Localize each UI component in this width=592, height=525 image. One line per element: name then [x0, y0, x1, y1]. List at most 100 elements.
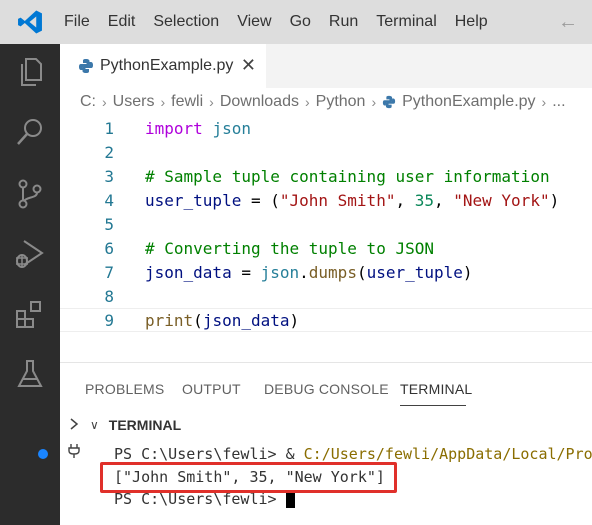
menu-terminal[interactable]: Terminal [367, 0, 445, 44]
menu-file[interactable]: File [60, 0, 99, 44]
code-line[interactable]: 3 # Sample tuple containing user informat… [60, 164, 592, 188]
extensions-icon[interactable] [14, 298, 46, 330]
line-number: 5 [104, 214, 114, 234]
menu-view[interactable]: View [228, 0, 280, 44]
code-token: json_data [202, 310, 290, 330]
tab-label: PythonExample.py [100, 57, 234, 74]
code-editor[interactable]: 1 import json 2 3 # Sample tuple containing … [60, 116, 592, 362]
line-number: 4 [104, 190, 114, 210]
code-token: ( [193, 310, 203, 330]
code-token: ) [549, 190, 560, 210]
tab-output[interactable]: OUTPUT [182, 381, 241, 397]
line-number: 6 [104, 238, 114, 258]
panel-tabs: PROBLEMS OUTPUT DEBUG CONSOLE TERMINAL [60, 363, 592, 409]
testing-icon[interactable] [14, 358, 46, 390]
terminal-gutter [60, 409, 90, 525]
menu-bar: File Edit Selection View Go Run Terminal… [0, 0, 592, 44]
terminal-header-label: TERMINAL [108, 417, 182, 433]
code-line[interactable]: 7 json_data = json.dumps(user_tuple) [60, 260, 592, 284]
tab-debug-console[interactable]: DEBUG CONSOLE [264, 381, 389, 397]
explorer-icon[interactable] [14, 56, 46, 88]
active-tab-indicator [400, 405, 466, 406]
breadcrumb-drive[interactable]: C: [80, 93, 96, 111]
line-number: 1 [104, 118, 114, 138]
code-token: import [145, 118, 203, 138]
code-token: = [231, 262, 261, 282]
source-control-icon[interactable] [14, 178, 46, 210]
terminal-section-header[interactable]: ∨ TERMINAL [90, 413, 181, 437]
run-debug-icon[interactable] [14, 238, 46, 270]
menu-help[interactable]: Help [446, 0, 497, 44]
code-token: json_data [145, 262, 232, 282]
line-number: 9 [104, 310, 114, 330]
code-token: = ( [241, 190, 280, 210]
tab-terminal[interactable]: TERMINAL [400, 381, 472, 397]
command-status-dot [38, 449, 48, 459]
code-token: , [433, 190, 454, 210]
chevron-right-icon: › [102, 94, 107, 110]
code-token: . [299, 262, 309, 282]
code-token: user_tuple [145, 190, 242, 210]
code-token: ) [289, 310, 300, 330]
vscode-logo [0, 0, 60, 44]
menu-selection[interactable]: Selection [144, 0, 228, 44]
menu-go[interactable]: Go [281, 0, 320, 44]
code-token: "New York" [453, 190, 550, 210]
search-icon[interactable] [14, 116, 46, 148]
arrow-left-icon[interactable]: ← [558, 11, 578, 34]
line-number: 7 [104, 262, 114, 282]
code-token: , [395, 190, 415, 210]
code-line[interactable]: 1 import json [60, 116, 592, 140]
line-number: 3 [104, 166, 114, 186]
activity-bar [0, 44, 60, 525]
code-text: json_data = json.dumps(user_tuple) [145, 263, 473, 282]
terminal-path-link[interactable]: C:/Users/fewli/AppData/Local/Pro [304, 445, 592, 463]
code-token: user_tuple [366, 262, 463, 282]
plug-icon[interactable] [67, 443, 81, 459]
breadcrumb-python[interactable]: Python [316, 93, 366, 111]
line-number: 8 [104, 286, 114, 306]
code-line[interactable]: 8 [60, 284, 592, 308]
breadcrumb-file[interactable]: PythonExample.py [402, 93, 535, 111]
code-token: "John Smith" [279, 190, 396, 210]
code-line[interactable]: 4 user_tuple = ("John Smith", 35, "New Yo… [60, 188, 592, 212]
breadcrumb-more[interactable]: ... [552, 93, 565, 111]
code-token: ( [356, 262, 367, 282]
code-token: print [145, 310, 194, 330]
code-token: json [212, 118, 251, 138]
python-icon [383, 95, 396, 109]
terminal-prompt: PS C:\Users\fewli> & [114, 445, 304, 463]
breadcrumb-users[interactable]: Users [113, 93, 155, 111]
chevron-right-icon: › [541, 94, 547, 110]
chevron-right-icon: › [371, 94, 377, 110]
close-icon[interactable]: ✕ [241, 55, 256, 75]
code-line[interactable]: 2 [60, 140, 592, 164]
chevron-right-icon: › [160, 94, 166, 110]
chevron-right-icon: › [304, 94, 310, 110]
code-token: dumps [308, 262, 357, 282]
code-line[interactable]: 9 print(json_data) [60, 308, 592, 332]
code-token: # Converting the tuple to JSON [145, 238, 434, 258]
code-token: ) [462, 262, 473, 282]
tab-python-example[interactable]: PythonExample.py ✕ [60, 44, 266, 88]
breadcrumb-fewli[interactable]: fewli [171, 93, 203, 111]
code-text: print(json_data) [145, 311, 299, 330]
code-text: import json [145, 119, 251, 138]
code-token: 35 [414, 190, 434, 210]
chevron-right-icon[interactable] [68, 417, 80, 431]
code-text: # Converting the tuple to JSON [145, 239, 434, 258]
chevron-down-icon: ∨ [90, 418, 99, 432]
editor-tab-bar: PythonExample.py ✕ [60, 44, 592, 88]
menu-edit[interactable]: Edit [99, 0, 145, 44]
code-text: # Sample tuple containing user informati… [145, 167, 550, 186]
tab-problems[interactable]: PROBLEMS [85, 381, 164, 397]
code-line[interactable]: 5 [60, 212, 592, 236]
breadcrumb-downloads[interactable]: Downloads [220, 93, 299, 111]
code-token: json [260, 262, 300, 282]
code-line[interactable]: 6 # Converting the tuple to JSON [60, 236, 592, 260]
python-icon [79, 59, 93, 73]
output-highlight-box [100, 462, 397, 493]
menu-run[interactable]: Run [320, 0, 367, 44]
code-text: user_tuple = ("John Smith", 35, "New Yor… [145, 191, 559, 210]
